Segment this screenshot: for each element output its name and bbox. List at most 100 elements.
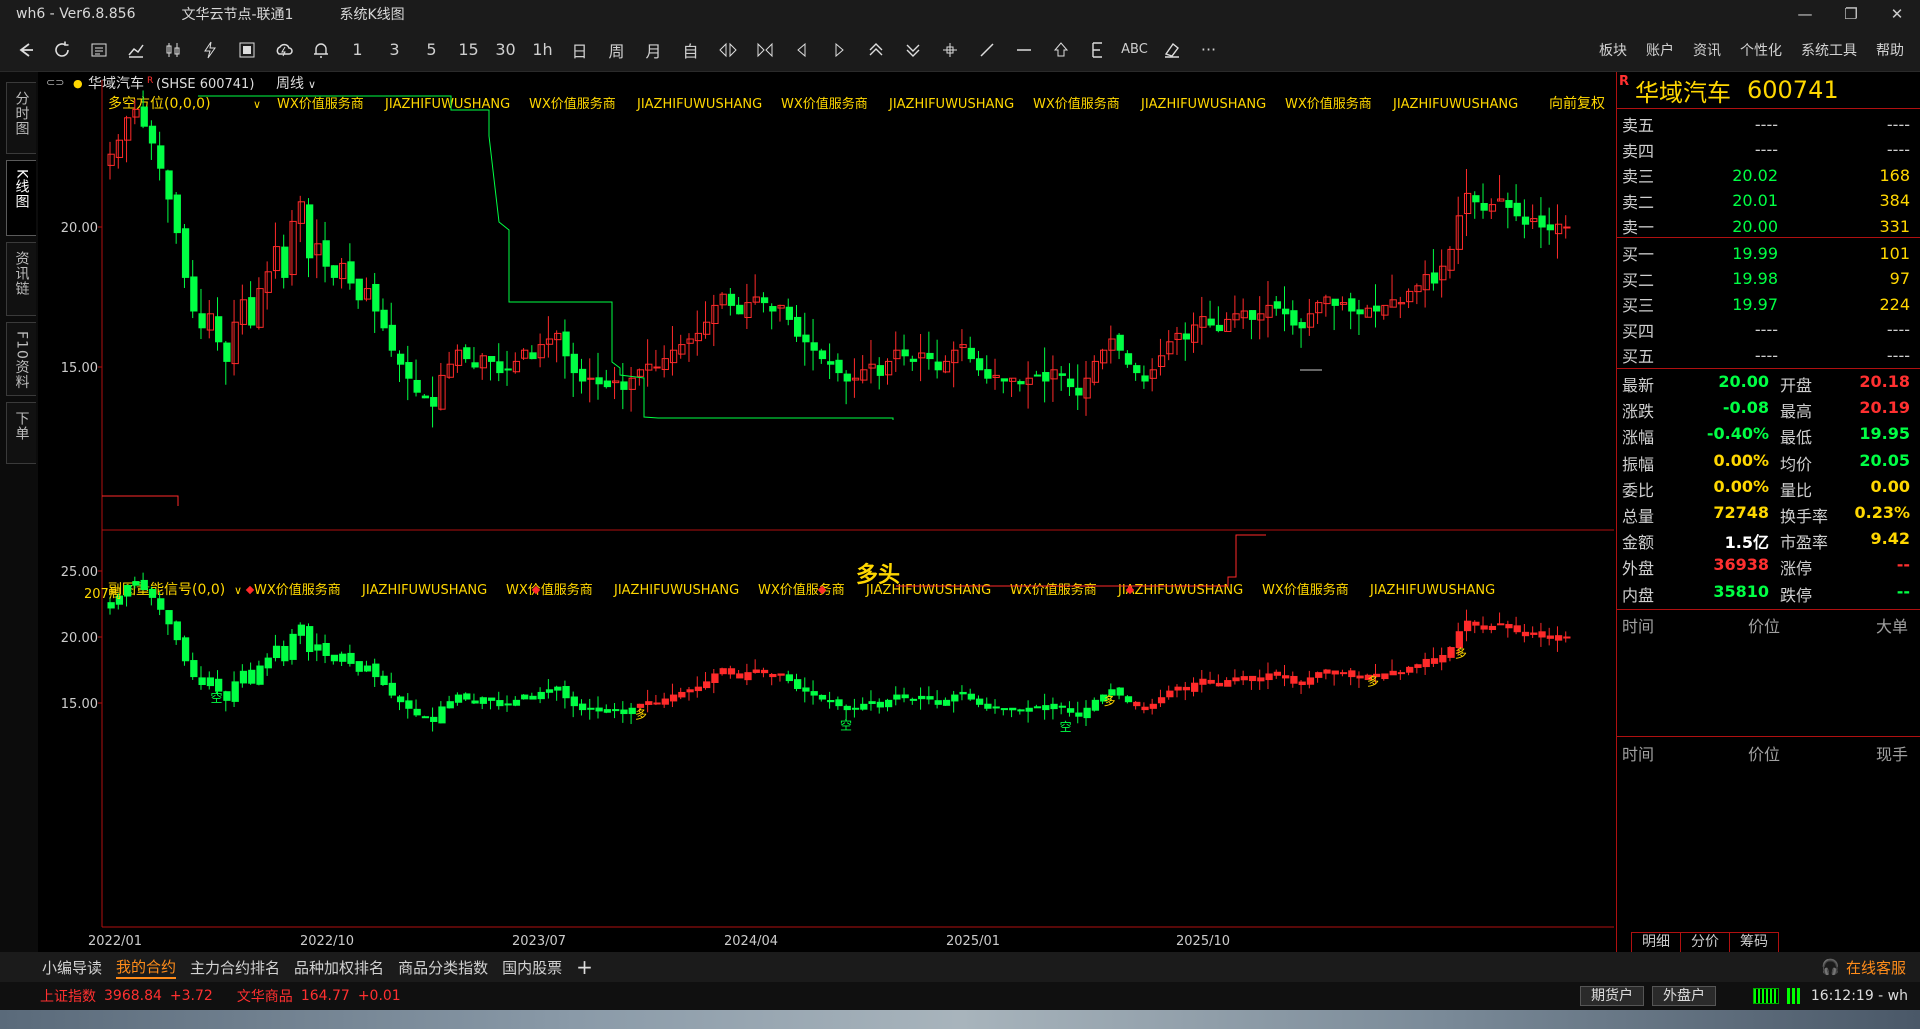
menu-item-5[interactable]: 帮助 — [1876, 40, 1904, 60]
bottom-tab-2[interactable]: 主力合约排名 — [190, 957, 280, 978]
ask-row[interactable]: 卖五 ---- ---- — [1617, 111, 1920, 137]
menu-item-3[interactable]: 个性化 — [1740, 40, 1782, 60]
bid-label: 买三 — [1622, 296, 1655, 315]
ask-row[interactable]: 卖四 ---- ---- — [1617, 137, 1920, 163]
ask-row[interactable]: 卖二 20.01 384 — [1617, 188, 1920, 214]
left-tab-4[interactable]: 下单 — [6, 402, 36, 464]
bottom-tab-3[interactable]: 品种加权排名 — [294, 957, 384, 978]
bid-row[interactable]: 买一 19.99 101 — [1617, 240, 1920, 266]
candle-body — [454, 349, 463, 366]
refresh-button[interactable] — [43, 35, 80, 65]
left-arrow-button[interactable] — [783, 35, 820, 65]
candle-body — [802, 334, 810, 343]
minimize-icon[interactable]: — — [1782, 0, 1828, 28]
quote-tab-1[interactable]: 分价 — [1680, 932, 1730, 952]
kline-chart[interactable]: ⊂⊃ ● 华域汽车 R (SHSE 600741) 周线 ∨ 向前复权 多空方位(0,0,0) ∨… — [38, 72, 1616, 952]
period-month-button[interactable]: 月 — [635, 35, 672, 65]
bottom-tab-4[interactable]: 商品分类指数 — [398, 957, 488, 978]
bottom-tab-5[interactable]: 国内股票 — [502, 957, 562, 978]
network-bars-icon — [1786, 988, 1803, 1004]
sub-candle-body — [372, 663, 380, 678]
fib-button[interactable] — [1079, 35, 1116, 65]
period-5-button[interactable]: 5 — [413, 35, 450, 65]
y-tick-label: 20.00 — [61, 631, 98, 646]
candle-body — [752, 296, 760, 303]
candle-body — [372, 283, 380, 312]
back-button[interactable] — [6, 35, 43, 65]
period-30-button[interactable]: 30 — [487, 35, 524, 65]
bid-row[interactable]: 买二 19.98 97 — [1617, 266, 1920, 292]
bid-vol: ---- — [1886, 345, 1910, 365]
sub-candle-body — [769, 673, 777, 678]
candle-body — [570, 353, 578, 374]
menu-item-4[interactable]: 系统工具 — [1801, 40, 1857, 60]
text-tool-button[interactable]: ABC — [1116, 35, 1153, 65]
left-tab-1[interactable]: K线图 — [6, 160, 36, 236]
crosshair-button[interactable] — [931, 35, 968, 65]
sub-candle-body — [1331, 670, 1339, 675]
bid-row[interactable]: 买三 19.97 224 — [1617, 291, 1920, 317]
line-chart-button[interactable] — [117, 35, 154, 65]
period-1h-button[interactable]: 1h — [524, 35, 561, 65]
candle-button[interactable] — [154, 35, 191, 65]
cloud-button[interactable] — [265, 35, 302, 65]
period-1-button[interactable]: 1 — [339, 35, 376, 65]
menu-item-0[interactable]: 板块 — [1599, 40, 1627, 60]
sub-candle-body — [818, 694, 827, 700]
candle-body — [1009, 377, 1017, 382]
zoom-out-button[interactable] — [746, 35, 783, 65]
candle-body — [645, 363, 653, 371]
hline-button[interactable] — [1005, 35, 1042, 65]
y-tick-label: 15.00 — [61, 361, 98, 376]
more-button[interactable]: ··· — [1190, 35, 1227, 65]
quote-tab-0[interactable]: 明细 — [1631, 932, 1681, 952]
restore-icon[interactable]: ❐ — [1828, 0, 1874, 28]
period-3-button[interactable]: 3 — [376, 35, 413, 65]
server-name: 文华云节点-联通1 — [181, 7, 294, 23]
futures-account-button[interactable]: 期货户 — [1580, 986, 1644, 1006]
menu-item-1[interactable]: 账户 — [1646, 40, 1674, 60]
period-day-button[interactable]: 日 — [561, 35, 598, 65]
sub-candle-body — [736, 673, 744, 679]
stat-v: -0.40% — [1706, 424, 1769, 444]
period-custom-button[interactable]: 自 — [672, 35, 709, 65]
left-tab-0[interactable]: 分时图 — [6, 82, 36, 154]
lightning-button[interactable] — [191, 35, 228, 65]
bottom-tab-0[interactable]: 小编导读 — [42, 957, 102, 978]
chart-area[interactable]: ⊂⊃ ● 华域汽车 R (SHSE 600741) 周线 ∨ 向前复权 多空方位(0,0,0) ∨… — [38, 72, 1616, 952]
period-15-button[interactable]: 15 — [450, 35, 487, 65]
bid-row[interactable]: 买五 ---- ---- — [1617, 342, 1920, 368]
ask-row[interactable]: 卖一 20.00 331 — [1617, 213, 1920, 239]
close-icon[interactable]: ✕ — [1874, 0, 1920, 28]
online-service-button[interactable]: 🎧 在线客服 — [1821, 952, 1906, 982]
bell-icon — [313, 42, 328, 58]
up-arrows-button[interactable] — [857, 35, 894, 65]
left-tab-2[interactable]: 资讯链 — [6, 242, 36, 316]
ask-row[interactable]: 卖三 20.02 168 — [1617, 162, 1920, 188]
left-tab-3[interactable]: F10资料 — [6, 322, 36, 396]
bottom-tab-1[interactable]: 我的合约 — [116, 956, 177, 979]
bid-row[interactable]: 买四 ---- ---- — [1617, 317, 1920, 343]
down-arrows-button[interactable] — [894, 35, 931, 65]
list-button[interactable] — [80, 35, 117, 65]
zoom-in-button[interactable] — [709, 35, 746, 65]
x-tick-label: 2022/10 — [300, 934, 354, 949]
stat-r: 跌停 — [1780, 585, 1813, 605]
right-arrow-button[interactable] — [820, 35, 857, 65]
menu-item-2[interactable]: 资讯 — [1693, 40, 1721, 60]
dot-icon: ● — [73, 77, 83, 90]
foreign-account-button[interactable]: 外盘户 — [1652, 986, 1716, 1006]
sub-candle-body — [1199, 678, 1207, 685]
candle-body — [190, 276, 198, 312]
scan-button[interactable] — [228, 35, 265, 65]
candle-body — [438, 374, 446, 410]
eraser-button[interactable] — [1153, 35, 1190, 65]
draw-line-button[interactable] — [968, 35, 1005, 65]
up-button[interactable] — [1042, 35, 1079, 65]
bell-button[interactable] — [302, 35, 339, 65]
sub-candle-body — [355, 661, 363, 672]
quote-tab-2[interactable]: 筹码 — [1729, 932, 1779, 952]
add-tab-button[interactable]: + — [576, 955, 593, 979]
sub-candle-body — [1083, 707, 1091, 719]
period-week-button[interactable]: 周 — [598, 35, 635, 65]
